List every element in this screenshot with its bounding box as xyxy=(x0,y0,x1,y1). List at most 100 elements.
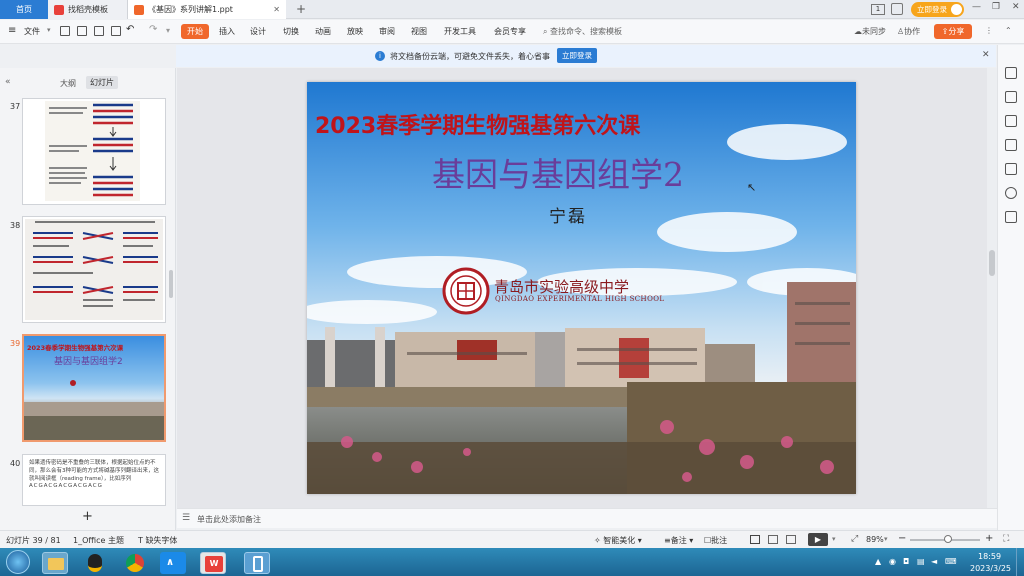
play-dropdown-icon[interactable]: ▾ xyxy=(832,535,836,543)
collapse-ribbon-icon[interactable]: ⌃ xyxy=(1005,26,1012,35)
menu-transition[interactable]: 切换 xyxy=(283,26,299,37)
menu-member[interactable]: 会员专享 xyxy=(494,26,526,37)
hamburger-icon[interactable]: ≡ xyxy=(8,25,16,36)
more-icon[interactable]: ▾ xyxy=(166,26,170,35)
print-preview-icon[interactable] xyxy=(111,26,121,36)
keyboard-icon[interactable]: ⌨ xyxy=(945,557,957,566)
zoom-dropdown-icon[interactable]: ▾ xyxy=(884,535,888,543)
layout-icon[interactable] xyxy=(891,3,903,15)
menu-insert[interactable]: 插入 xyxy=(219,26,235,37)
missing-font[interactable]: T 缺失字体 xyxy=(138,535,177,546)
clock-time[interactable]: 18:59 xyxy=(978,552,1001,561)
fullscreen-icon[interactable]: ⛶ xyxy=(1003,534,1009,544)
tab-template[interactable]: 找稻壳模板 xyxy=(48,0,128,19)
undo-icon[interactable]: ↶ xyxy=(126,24,134,35)
smart-beautify-button[interactable]: ✧ 智能美化 ▾ xyxy=(594,535,642,546)
tray-icon-1[interactable]: ◉ xyxy=(889,557,896,566)
volume-icon[interactable]: ◄ xyxy=(931,557,937,566)
thumb-title: 2023春季学期生物强基第六次课 xyxy=(27,344,124,352)
qq-icon[interactable] xyxy=(82,552,108,574)
teams-icon[interactable]: ∧ xyxy=(160,552,186,574)
fit-window-icon[interactable]: ⤢ xyxy=(851,534,858,544)
sidebar-tool-5-icon[interactable] xyxy=(1005,163,1017,175)
tab-slides[interactable]: 幻灯片 xyxy=(86,76,118,89)
notes-toggle-button[interactable]: ≡备注 ▾ xyxy=(664,535,693,546)
restore-button[interactable]: ❐ xyxy=(992,2,1000,12)
slide-sorter-icon[interactable] xyxy=(768,535,778,544)
zoom-slider-thumb[interactable] xyxy=(944,535,952,543)
sidebar-tool-3-icon[interactable] xyxy=(1005,115,1017,127)
wps-icon[interactable]: W xyxy=(200,552,226,574)
play-slideshow-icon[interactable]: ▶ xyxy=(808,533,828,546)
page-indicator[interactable]: 1 xyxy=(871,4,885,15)
tray-icon-2[interactable]: ◘ xyxy=(903,557,909,566)
sync-status[interactable]: ☁未同步 xyxy=(854,26,886,37)
add-slide-button[interactable]: + xyxy=(82,509,93,524)
menu-devtools[interactable]: 开发工具 xyxy=(444,26,476,37)
phone-link-icon[interactable] xyxy=(244,552,270,574)
sidebar-tool-2-icon[interactable] xyxy=(1005,91,1017,103)
notes-placeholder[interactable]: 单击此处添加备注 xyxy=(197,514,261,525)
show-desktop-button[interactable] xyxy=(1016,548,1024,576)
slide-thumbnail-39[interactable]: 2023春季学期生物强基第六次课 基因与基因组学2 xyxy=(22,334,166,442)
export-pdf-icon[interactable] xyxy=(77,26,87,36)
sidebar-tool-6-icon[interactable] xyxy=(1005,187,1017,199)
collab-button[interactable]: ♙协作 xyxy=(897,26,920,37)
file-menu[interactable]: 文件 xyxy=(24,26,40,37)
tray-expand-icon[interactable]: ▲ xyxy=(875,557,881,566)
share-button[interactable]: ⇪分享 xyxy=(934,24,972,39)
file-dropdown-icon[interactable]: ▾ xyxy=(47,26,51,34)
zoom-level[interactable]: 89% xyxy=(866,535,884,544)
slide-thumbnail-38[interactable] xyxy=(22,216,166,323)
start-tab[interactable]: 开始 xyxy=(181,24,209,39)
menu-slideshow[interactable]: 放映 xyxy=(347,26,363,37)
notification-login-button[interactable]: 立即登录 xyxy=(557,48,597,63)
normal-view-icon[interactable] xyxy=(750,535,760,544)
slide-title[interactable]: 2023春季学期生物强基第六次课 xyxy=(315,108,640,140)
clock-date[interactable]: 2023/3/25 xyxy=(970,564,1011,573)
menu-animation[interactable]: 动画 xyxy=(315,26,331,37)
chrome-icon[interactable] xyxy=(122,552,148,574)
close-window-button[interactable]: ✕ xyxy=(1012,2,1020,12)
search-command[interactable]: ⌕ 查找命令、搜索模板 xyxy=(543,26,622,37)
minimize-button[interactable]: — xyxy=(972,2,981,12)
slide-thumbnail-40[interactable]: 如果遗传密码是不重叠的三联体，根据起始位点的不同，那么会有3种可能的方式将碱基序… xyxy=(22,454,166,506)
slide-subtitle[interactable]: 基因与基因组学2 xyxy=(432,148,684,196)
panel-scrollbar[interactable] xyxy=(169,270,173,298)
tab-home[interactable]: 首页 xyxy=(0,0,48,19)
notification-close-icon[interactable]: ✕ xyxy=(982,50,990,60)
start-menu-icon[interactable] xyxy=(6,550,30,574)
sidebar-tool-7-icon[interactable] xyxy=(1005,211,1017,223)
reading-view-icon[interactable] xyxy=(786,535,796,544)
slide-number-selected: 39 xyxy=(10,339,21,348)
notes-icon: ☰ xyxy=(182,513,191,523)
menu-review[interactable]: 审阅 xyxy=(379,26,395,37)
redo-icon[interactable]: ↷ xyxy=(149,24,157,35)
menu-design[interactable]: 设计 xyxy=(250,26,266,37)
tab-document[interactable]: 《基因》系列讲解1.ppt ✕ xyxy=(128,0,286,19)
slide-thumbnail-37[interactable] xyxy=(22,98,166,205)
tab-outline[interactable]: 大纲 xyxy=(60,78,76,89)
slide-39[interactable]: 2023春季学期生物强基第六次课 基因与基因组学2 宁磊 青岛市实验高级中学 Q… xyxy=(307,82,856,494)
collapse-panel-icon[interactable]: « xyxy=(5,77,11,87)
menu-view[interactable]: 视图 xyxy=(411,26,427,37)
file-explorer-icon[interactable] xyxy=(42,552,68,574)
save-icon[interactable] xyxy=(60,26,70,36)
login-button[interactable]: 立即登录 xyxy=(911,2,964,17)
network-icon[interactable]: ▤ xyxy=(917,557,925,566)
sidebar-tool-1-icon[interactable] xyxy=(1005,67,1017,79)
canvas-scrollbar[interactable] xyxy=(987,68,997,508)
tab-close-icon[interactable]: ✕ xyxy=(273,5,280,14)
zoom-out-icon[interactable]: − xyxy=(898,533,906,544)
tab-template-label: 找稻壳模板 xyxy=(68,5,108,14)
sidebar-tool-4-icon[interactable] xyxy=(1005,139,1017,151)
print-icon[interactable] xyxy=(94,26,104,36)
scroll-thumb[interactable] xyxy=(989,250,995,276)
new-tab-button[interactable]: + xyxy=(296,2,306,16)
zoom-in-icon[interactable]: + xyxy=(985,533,993,544)
theme-name[interactable]: 1_Office 主题 xyxy=(73,535,124,546)
slide-author[interactable]: 宁磊 xyxy=(549,202,587,227)
more-options-icon[interactable]: ⋮ xyxy=(985,26,993,35)
comments-button[interactable]: ☐批注 xyxy=(704,535,727,546)
notes-bar[interactable]: ☰ 单击此处添加备注 xyxy=(177,508,997,528)
